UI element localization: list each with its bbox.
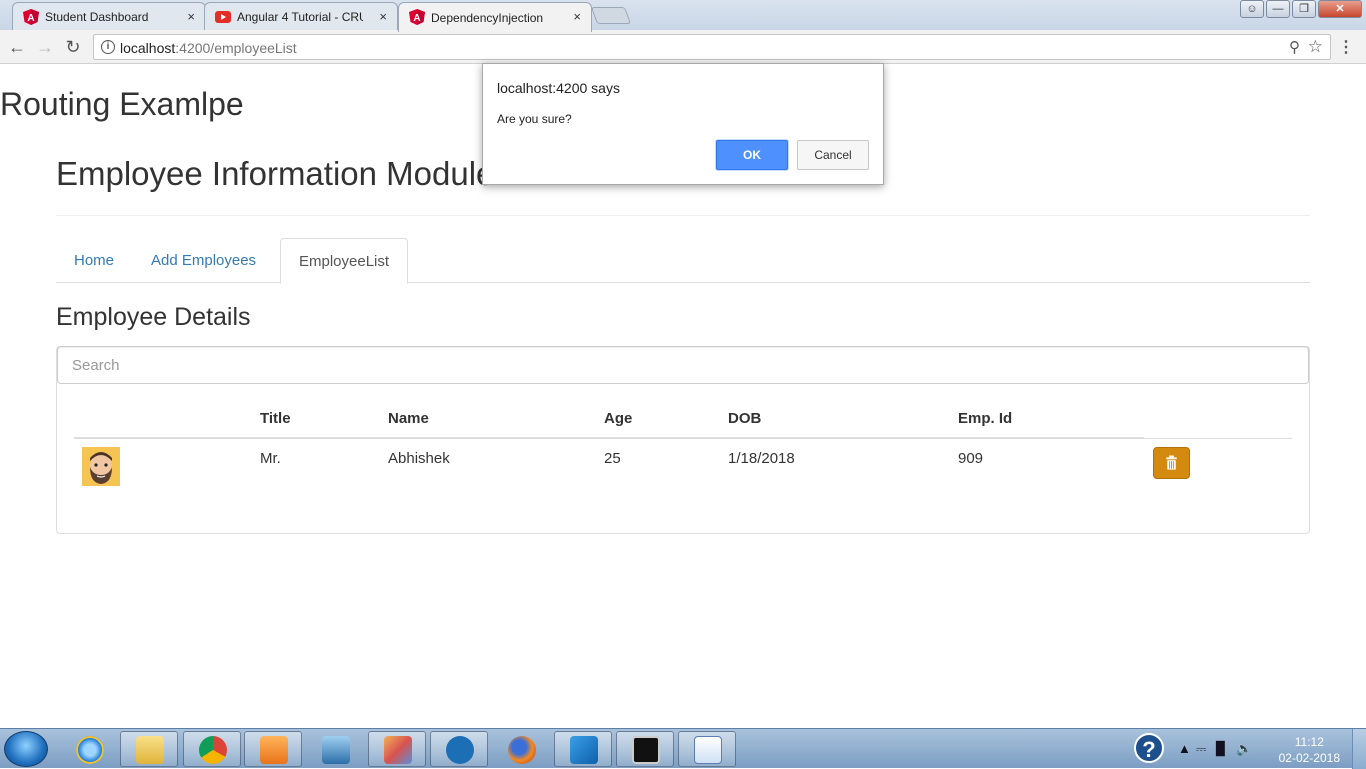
nav-tabs: Home Add Employees EmployeeList xyxy=(56,238,1310,284)
browser-tab-angular-tutorial[interactable]: Angular 4 Tutorial - CRUD × xyxy=(204,2,398,30)
start-button[interactable] xyxy=(4,731,48,767)
firefox-icon xyxy=(508,736,536,764)
taskbar-chrome[interactable] xyxy=(183,731,241,767)
cell-title: Mr. xyxy=(260,450,281,467)
tab-add-employees[interactable]: Add Employees xyxy=(133,238,274,283)
close-tab-icon[interactable]: × xyxy=(573,9,581,24)
youtube-icon xyxy=(215,11,231,23)
delete-button[interactable] xyxy=(1153,447,1190,479)
column-header-name: Name xyxy=(388,410,429,427)
taskbar-wordpad[interactable] xyxy=(678,731,736,767)
minimize-icon[interactable]: — xyxy=(1266,0,1290,18)
taskbar-hp[interactable] xyxy=(430,731,488,767)
table-row-border xyxy=(74,438,1292,439)
cell-name: Abhishek xyxy=(388,450,450,467)
taskbar-ie[interactable] xyxy=(60,731,118,767)
browser-tab-dependency-injection[interactable]: A DependencyInjection × xyxy=(398,2,592,32)
bookmark-star-icon[interactable]: ☆ xyxy=(1308,37,1323,57)
paint-icon xyxy=(384,736,412,764)
clock-date: 02-02-2018 xyxy=(1278,751,1340,765)
system-tray: ? ▲ ⎓ ▉ 🔈 11:12 02-02-2018 xyxy=(1126,729,1366,769)
svg-text:A: A xyxy=(27,13,34,24)
clock-time: 11:12 xyxy=(1294,735,1324,749)
browser-menu-icon[interactable]: ⋮ xyxy=(1338,37,1354,57)
angular-icon: A xyxy=(23,9,39,25)
vscode-icon xyxy=(570,736,598,764)
trash-icon xyxy=(1166,455,1177,470)
divider xyxy=(56,215,1310,216)
help-icon[interactable]: ? xyxy=(1134,733,1164,763)
show-hidden-icons-icon[interactable]: ▲ xyxy=(1178,741,1191,756)
column-header-emp-id: Emp. Id xyxy=(958,410,1013,427)
power-icon[interactable]: ⎓ xyxy=(1196,741,1206,757)
taskbar: ? ▲ ⎓ ▉ 🔈 11:12 02-02-2018 xyxy=(0,728,1366,769)
taskbar-explorer[interactable] xyxy=(120,731,178,767)
hp-icon xyxy=(446,736,474,764)
internet-explorer-icon xyxy=(76,736,104,764)
angular-icon: A xyxy=(409,9,425,25)
chrome-icon xyxy=(199,736,227,764)
column-header-age: Age xyxy=(604,410,633,427)
url-text: localhost:4200/employeeList xyxy=(120,40,297,56)
taskbar-app-eye[interactable] xyxy=(306,731,364,767)
confirm-dialog: localhost:4200 says Are you sure? OK Can… xyxy=(482,63,884,185)
close-tab-icon[interactable]: × xyxy=(187,9,195,24)
avatar-icon xyxy=(82,447,120,486)
dialog-title: localhost:4200 says xyxy=(497,80,620,96)
browser-tab-strip: A Student Dashboard × Angular 4 Tutorial… xyxy=(0,0,1366,32)
volume-icon[interactable]: 🔈 xyxy=(1236,741,1252,757)
command-prompt-icon xyxy=(632,736,660,764)
back-arrow-icon[interactable]: ← xyxy=(6,36,28,58)
column-header-dob: DOB xyxy=(728,410,762,427)
taskbar-media-player[interactable] xyxy=(244,731,302,767)
wordpad-icon xyxy=(694,736,722,764)
column-header-title: Title xyxy=(260,410,291,427)
media-player-icon xyxy=(260,736,288,764)
taskbar-app-paint[interactable] xyxy=(368,731,426,767)
browser-tab-student-dashboard[interactable]: A Student Dashboard × xyxy=(12,2,206,30)
module-title: Employee Information Module xyxy=(56,155,495,192)
address-bar[interactable]: i localhost:4200/employeeList ⚲ ☆ xyxy=(93,34,1331,60)
zoom-icon[interactable]: ⚲ xyxy=(1289,38,1300,56)
new-tab-button[interactable] xyxy=(590,7,632,24)
ok-button[interactable]: OK xyxy=(716,140,788,170)
show-desktop-button[interactable] xyxy=(1352,729,1366,769)
svg-text:A: A xyxy=(413,13,420,24)
tab-employee-list[interactable]: EmployeeList xyxy=(280,238,409,284)
tab-home[interactable]: Home xyxy=(56,238,132,283)
cancel-button[interactable]: Cancel xyxy=(797,140,869,170)
eye-app-icon xyxy=(322,736,350,764)
restore-icon[interactable]: ❐ xyxy=(1292,0,1316,18)
taskbar-cmd[interactable] xyxy=(616,731,674,767)
folder-icon xyxy=(136,736,164,764)
tab-title: Student Dashboard xyxy=(45,9,149,24)
window-controls: ☺ — ❐ ✕ xyxy=(1240,0,1362,18)
page-heading: Routing Examlpe xyxy=(0,86,244,122)
taskbar-firefox[interactable] xyxy=(492,731,550,767)
tab-title: Angular 4 Tutorial - CRUD xyxy=(237,9,363,24)
tab-title: DependencyInjection xyxy=(431,10,544,25)
dialog-message: Are you sure? xyxy=(497,112,572,126)
close-window-icon[interactable]: ✕ xyxy=(1318,0,1362,18)
cell-emp-id: 909 xyxy=(958,450,984,467)
avatar xyxy=(82,447,120,486)
reload-icon[interactable]: ↻ xyxy=(62,36,84,58)
section-title: Employee Details xyxy=(56,303,251,331)
taskbar-vscode[interactable] xyxy=(554,731,612,767)
close-tab-icon[interactable]: × xyxy=(379,9,387,24)
clock[interactable]: 11:12 02-02-2018 xyxy=(1279,734,1340,766)
browser-toolbar: ← → ↻ i localhost:4200/employeeList ⚲ ☆ … xyxy=(0,30,1366,64)
forward-arrow-icon[interactable]: → xyxy=(34,36,56,58)
search-input[interactable] xyxy=(57,346,1309,384)
info-icon[interactable]: i xyxy=(101,40,115,54)
network-icon[interactable]: ▉ xyxy=(1216,741,1226,757)
user-profile-icon[interactable]: ☺ xyxy=(1240,0,1264,18)
cell-age: 25 xyxy=(604,450,621,467)
cell-dob: 1/18/2018 xyxy=(728,450,795,467)
